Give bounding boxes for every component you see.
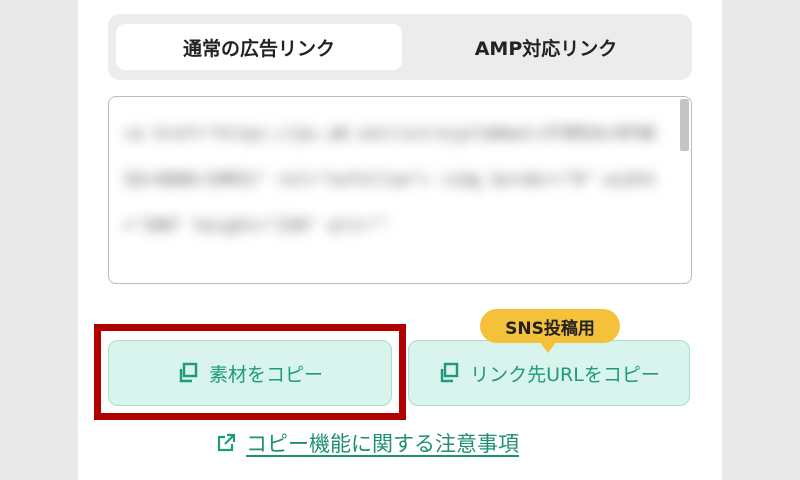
link-type-tabs: 通常の広告リンク AMP対応リンク (108, 14, 692, 80)
sns-badge-pointer (539, 341, 557, 353)
copy-link-url-label: リンク先URLをコピー (470, 363, 660, 386)
external-link-icon (217, 433, 236, 452)
tab-amp-link[interactable]: AMP対応リンク (408, 24, 684, 70)
sns-badge: SNS投稿用 (480, 309, 620, 343)
copy-material-label: 素材をコピー (208, 363, 323, 386)
code-scroll-thumb[interactable] (680, 99, 689, 151)
copy-notice-label: コピー機能に関する注意事項 (246, 432, 519, 456)
copy-material-button[interactable]: 素材をコピー (108, 340, 392, 406)
ad-code-text: <a href="https://px.a8.net/svt/ejp?a8mat… (123, 124, 656, 236)
ad-code-textarea[interactable]: <a href="https://px.a8.net/svt/ejp?a8mat… (108, 96, 692, 284)
copy-notice-link[interactable]: コピー機能に関する注意事項 (216, 428, 519, 458)
code-scrollbar[interactable] (680, 99, 689, 281)
copy-icon (440, 362, 459, 383)
tab-normal-link[interactable]: 通常の広告リンク (116, 24, 402, 70)
copy-icon (179, 362, 198, 383)
